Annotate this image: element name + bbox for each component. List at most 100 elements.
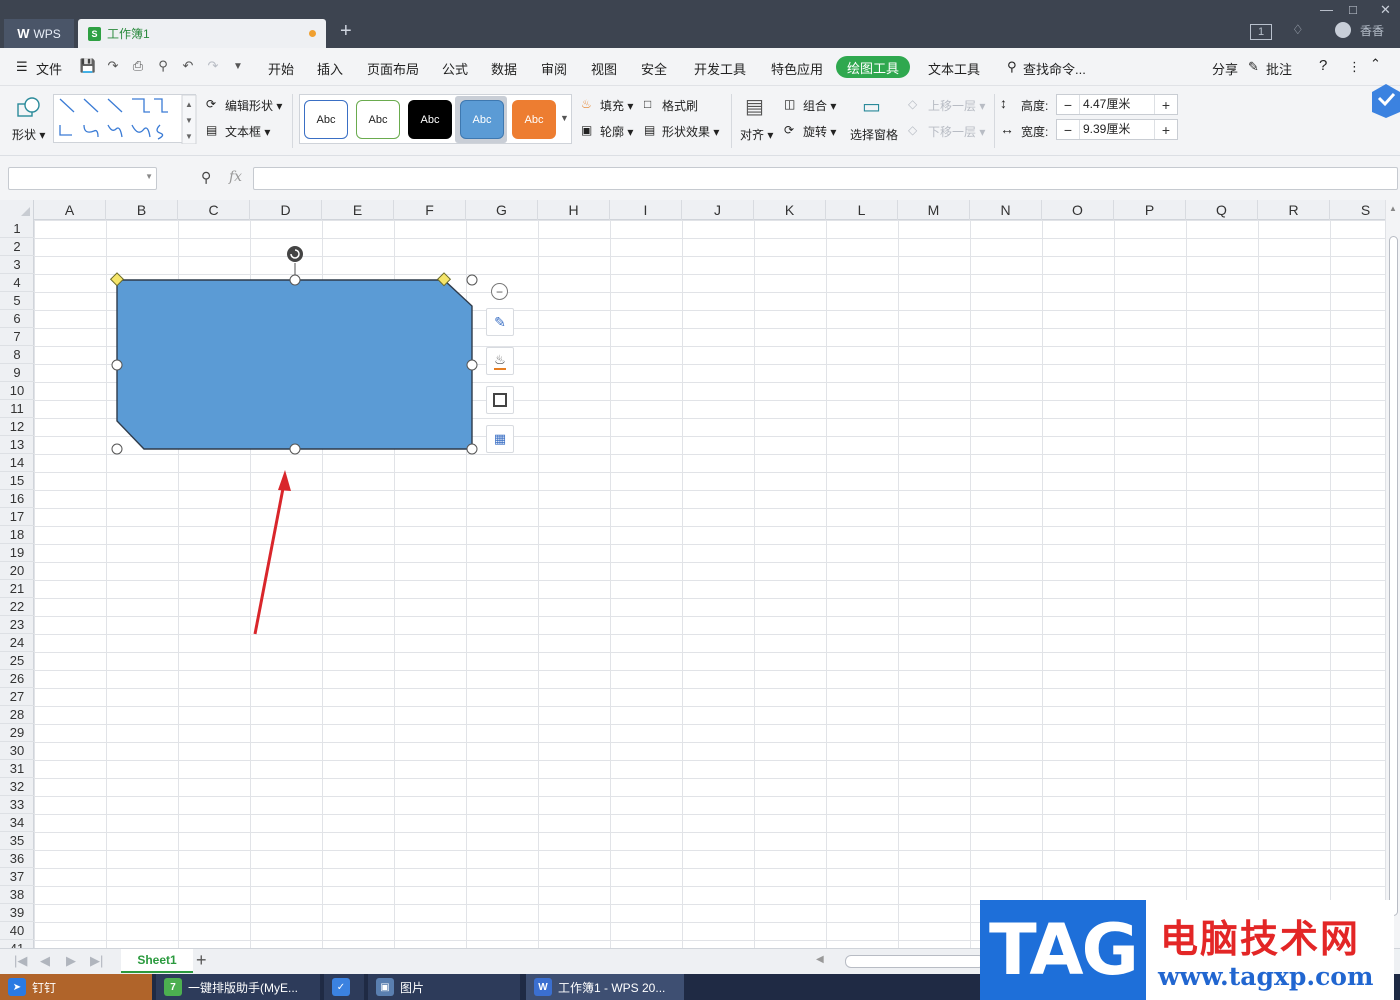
taskbar-item-dingtalk[interactable]: ➤ 钉钉 — [0, 974, 152, 1000]
width-stepper[interactable]: − 9.39厘米 + — [1056, 119, 1178, 140]
fx-label[interactable]: fx — [229, 169, 242, 185]
last-sheet-icon[interactable]: ▶| — [90, 953, 103, 969]
textbox-button[interactable]: 文本框 ▾ — [225, 123, 270, 140]
scroll-left-icon[interactable]: ◀ — [816, 954, 824, 965]
help-button[interactable]: ? — [1319, 57, 1327, 74]
menu-special-apps[interactable]: 特色应用 — [771, 59, 823, 78]
shapes-button[interactable]: 形状 ▾ — [12, 126, 45, 143]
more-icon[interactable]: ⋮ — [1348, 59, 1361, 75]
taskbar-item-feishu[interactable]: ✓ — [324, 974, 364, 1000]
shape-effects-button[interactable]: 形状效果 ▾ — [662, 123, 719, 140]
send-backward-button[interactable]: 下移一层 ▾ — [928, 123, 985, 140]
taskbar-item-layout-helper[interactable]: 7 一键排版助手(MyE... — [156, 974, 320, 1000]
user-name[interactable]: 香香 — [1360, 22, 1384, 39]
save-icon[interactable]: 💾 — [79, 57, 97, 75]
styles-more-icon[interactable]: ▼ — [560, 113, 569, 123]
zoom-find-icon[interactable]: ⚲ — [201, 169, 211, 186]
first-sheet-icon[interactable]: |◀ — [14, 953, 27, 969]
menu-insert[interactable]: 插入 — [317, 59, 343, 78]
preview-icon[interactable]: ⚲ — [154, 57, 172, 75]
row-header[interactable]: 30 — [0, 742, 34, 760]
row-header[interactable]: 38 — [0, 886, 34, 904]
collapse-ribbon-icon[interactable]: ⌃ — [1370, 56, 1381, 72]
column-header[interactable]: J — [682, 200, 754, 220]
add-sheet-button[interactable]: + — [196, 950, 207, 971]
output-icon[interactable]: ↷ — [104, 57, 122, 75]
line-shapes-gallery[interactable]: ▲ ▼ ▼ — [53, 94, 197, 144]
command-search[interactable]: 查找命令... — [1023, 59, 1086, 78]
width-increase-button[interactable]: + — [1155, 120, 1177, 139]
customize-dropdown-icon[interactable]: ▼ — [229, 57, 247, 75]
outline-button[interactable]: 轮廓 ▾ — [600, 123, 633, 140]
resize-handle[interactable] — [289, 443, 301, 455]
width-value[interactable]: 9.39厘米 — [1079, 120, 1155, 139]
next-sheet-icon[interactable]: ▶ — [66, 953, 76, 969]
column-header[interactable]: P — [1114, 200, 1186, 220]
row-header[interactable]: 39 — [0, 904, 34, 922]
align-button[interactable]: 对齐 ▾ — [740, 126, 773, 143]
name-box[interactable]: ▼ — [8, 167, 157, 190]
style-green-outline[interactable]: Abc — [356, 100, 400, 139]
row-header[interactable]: 33 — [0, 796, 34, 814]
rotate-button[interactable]: 旋转 ▾ — [803, 123, 836, 140]
column-header[interactable]: L — [826, 200, 898, 220]
scroll-up-icon[interactable]: ▲ — [1389, 204, 1397, 213]
share-button[interactable]: 分享 — [1212, 59, 1238, 78]
vertical-scrollbar[interactable]: ▲ — [1385, 200, 1400, 948]
row-header[interactable]: 31 — [0, 760, 34, 778]
float-outline-button[interactable] — [486, 386, 514, 414]
maximize-icon[interactable]: □ — [1349, 2, 1357, 17]
edit-shape-button[interactable]: 编辑形状 ▾ — [225, 97, 282, 114]
menu-security[interactable]: 安全 — [641, 59, 667, 78]
format-painter-button[interactable]: 格式刷 — [662, 97, 698, 114]
row-header[interactable]: 1 — [0, 220, 34, 238]
resize-handle[interactable] — [466, 274, 478, 286]
shapes-icon[interactable] — [16, 96, 42, 118]
fill-button[interactable]: 填充 ▾ — [600, 97, 633, 114]
vertical-scroll-thumb[interactable] — [1389, 236, 1398, 916]
resize-handle[interactable] — [466, 443, 478, 455]
formula-input[interactable] — [253, 167, 1398, 190]
column-header[interactable]: D — [250, 200, 322, 220]
select-all-corner[interactable] — [0, 200, 34, 220]
print-icon[interactable]: ⎙ — [129, 57, 147, 75]
menu-formulas[interactable]: 公式 — [442, 59, 468, 78]
hamburger-icon[interactable]: ☰ — [16, 59, 28, 75]
row-header[interactable]: 40 — [0, 922, 34, 940]
document-tab[interactable]: S 工作簿1 — [78, 19, 326, 48]
menu-review[interactable]: 审阅 — [541, 59, 567, 78]
height-increase-button[interactable]: + — [1155, 95, 1177, 114]
style-blue-outline[interactable]: Abc — [304, 100, 348, 139]
wps-home-tab[interactable]: W WPS — [4, 19, 74, 48]
row-header[interactable]: 37 — [0, 868, 34, 886]
column-header[interactable]: A — [34, 200, 106, 220]
column-header[interactable]: O — [1042, 200, 1114, 220]
menu-view[interactable]: 视图 — [591, 59, 617, 78]
bring-forward-button[interactable]: 上移一层 ▾ — [928, 97, 985, 114]
resize-handle[interactable] — [111, 443, 123, 455]
taskbar-item-pictures[interactable]: ▣ 图片 — [368, 974, 520, 1000]
column-header[interactable]: E — [322, 200, 394, 220]
column-header[interactable]: Q — [1186, 200, 1258, 220]
redo-icon[interactable]: ↷ — [204, 57, 222, 75]
float-fill-button[interactable]: ♨ — [486, 347, 514, 375]
resize-handle[interactable] — [289, 274, 301, 286]
menu-home[interactable]: 开始 — [268, 59, 294, 78]
assistant-bird-icon[interactable] — [1368, 80, 1400, 120]
undo-icon[interactable]: ↶ — [179, 57, 197, 75]
menu-text-tools[interactable]: 文本工具 — [928, 59, 980, 78]
selection-pane-button[interactable]: 选择窗格 — [850, 126, 898, 143]
menu-page-layout[interactable]: 页面布局 — [367, 59, 419, 78]
prev-sheet-icon[interactable]: ◀ — [40, 953, 50, 969]
resize-handle[interactable] — [466, 359, 478, 371]
column-header[interactable]: I — [610, 200, 682, 220]
float-layout-button[interactable]: ▦ — [486, 425, 514, 453]
menu-developer[interactable]: 开发工具 — [694, 59, 746, 78]
height-value[interactable]: 4.47厘米 — [1079, 95, 1155, 114]
column-header[interactable]: K — [754, 200, 826, 220]
window-count-badge[interactable]: 1 — [1250, 24, 1272, 40]
comment-button[interactable]: 批注 — [1266, 59, 1292, 78]
style-blue-fill[interactable]: Abc — [460, 100, 504, 139]
column-header[interactable]: R — [1258, 200, 1330, 220]
skin-icon[interactable]: ♢ — [1292, 22, 1304, 38]
